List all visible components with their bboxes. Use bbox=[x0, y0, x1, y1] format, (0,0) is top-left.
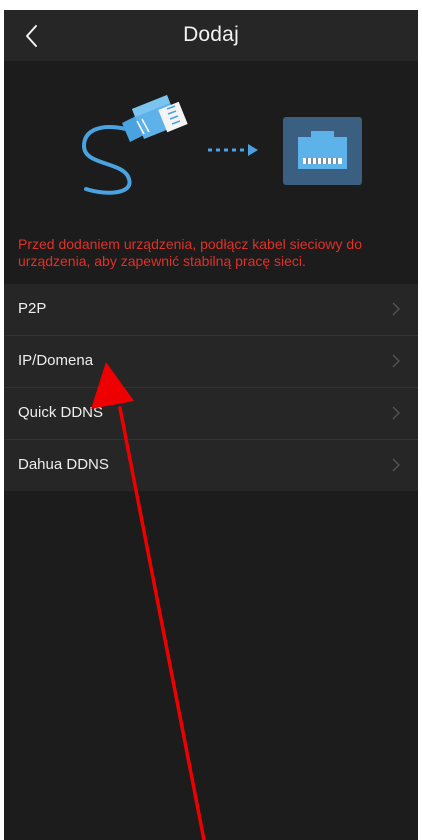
dashed-arrow-right-icon bbox=[208, 144, 258, 156]
network-warning-text: Przed dodaniem urządzenia, podłącz kabel… bbox=[18, 236, 362, 269]
chevron-right-icon bbox=[392, 302, 400, 316]
menu-item-dahua-ddns[interactable]: Dahua DDNS bbox=[4, 440, 418, 491]
top-bar: Dodaj bbox=[4, 10, 418, 61]
ethernet-port-icon bbox=[283, 117, 362, 185]
add-device-screen: Dodaj Przed dodaniem urządzenia, podłącz… bbox=[4, 10, 418, 840]
menu-item-label: IP/Domena bbox=[18, 352, 94, 369]
menu-item-label: Dahua DDNS bbox=[18, 456, 109, 473]
menu-item-quick-ddns[interactable]: Quick DDNS bbox=[4, 388, 418, 440]
chevron-right-icon bbox=[392, 354, 400, 368]
menu-item-label: P2P bbox=[18, 300, 47, 317]
connection-illustration bbox=[4, 61, 418, 231]
add-method-list: P2P IP/Domena Quick DDNS Dahua DDNS bbox=[4, 284, 418, 491]
ethernet-cable-icon bbox=[81, 95, 188, 195]
menu-item-label: Quick DDNS bbox=[18, 404, 104, 421]
page-title: Dodaj bbox=[183, 23, 239, 46]
menu-item-ip-domain[interactable]: IP/Domena bbox=[4, 336, 418, 388]
chevron-right-icon bbox=[392, 458, 400, 472]
menu-item-p2p[interactable]: P2P bbox=[4, 284, 418, 336]
chevron-right-icon bbox=[392, 406, 400, 420]
